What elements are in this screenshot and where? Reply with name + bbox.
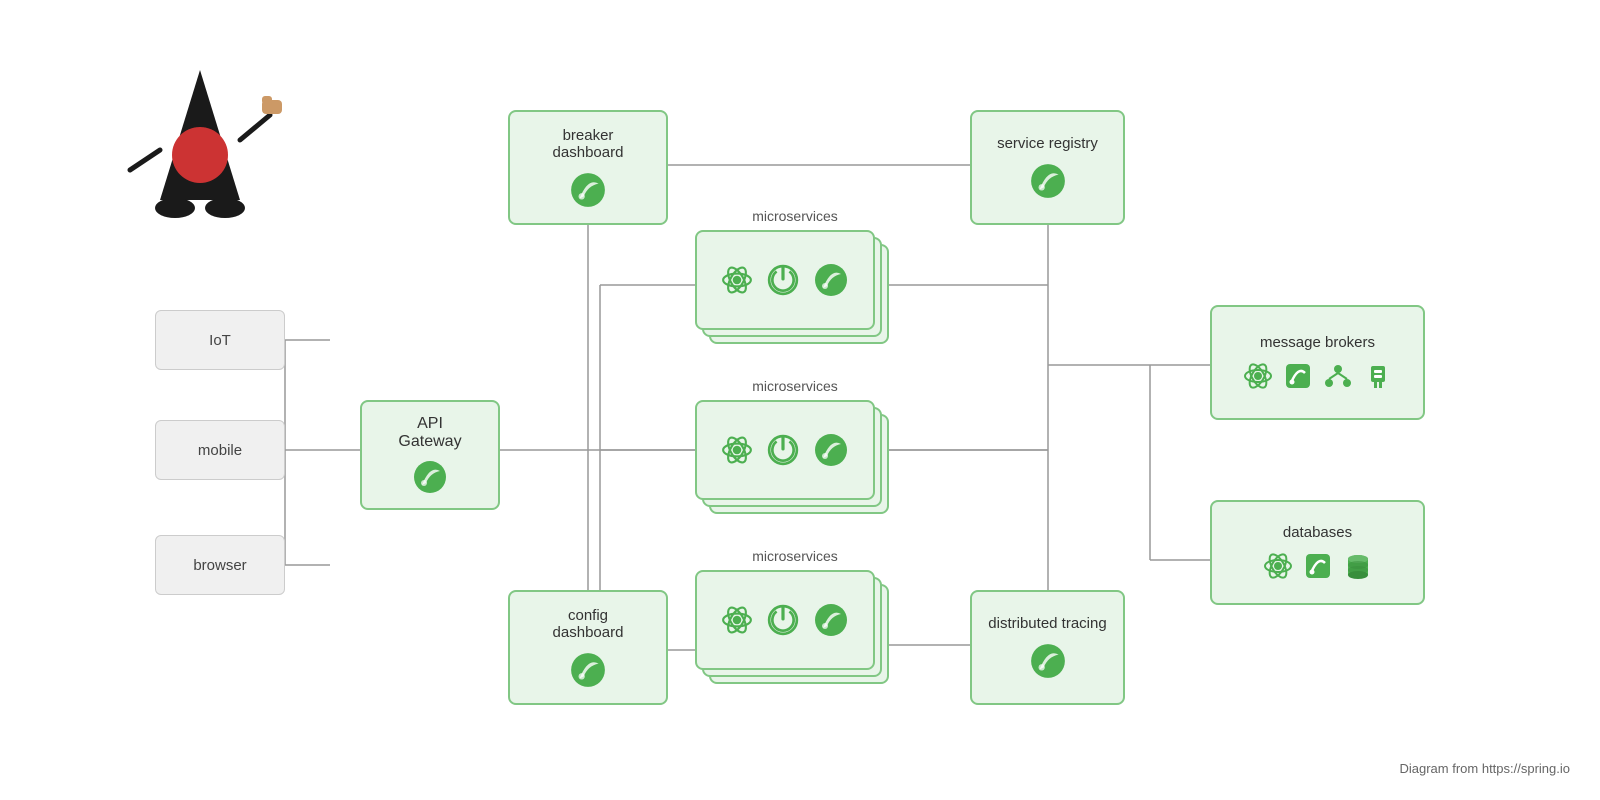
ms3-leaf-icon xyxy=(813,602,849,638)
service-registry-leaf-icon xyxy=(1029,162,1067,200)
rabbitmq-icon xyxy=(1363,361,1393,391)
distributed-tracing-leaf-icon xyxy=(1029,642,1067,680)
message-brokers-box: message brokers xyxy=(1210,305,1425,420)
databases-box: databases xyxy=(1210,500,1425,605)
ms3-power-icon xyxy=(767,604,799,636)
message-brokers-label: message brokers xyxy=(1260,334,1375,351)
breaker-dashboard-box: breakerdashboard xyxy=(508,110,668,225)
spring-leaf-icon xyxy=(412,459,448,495)
config-spring-leaf-icon xyxy=(569,651,607,689)
ms2-label: microservices xyxy=(705,378,885,394)
client-browser: browser xyxy=(155,535,285,595)
db-atom-icon xyxy=(1263,551,1293,581)
ms1-leaf-icon xyxy=(813,262,849,298)
databases-label: databases xyxy=(1283,524,1352,541)
client-mobile: mobile xyxy=(155,420,285,480)
message-brokers-icons xyxy=(1243,361,1393,391)
ms3-label: microservices xyxy=(705,548,885,564)
database-cylinder-icon xyxy=(1343,551,1373,581)
ms1-power-icon xyxy=(767,264,799,296)
atom-icon xyxy=(1243,361,1273,391)
client-browser-label: browser xyxy=(193,557,246,574)
spring-icon xyxy=(1283,361,1313,391)
db-spring-icon xyxy=(1303,551,1333,581)
service-registry-box: service registry xyxy=(970,110,1125,225)
kafka-icon xyxy=(1323,361,1353,391)
databases-icons xyxy=(1263,551,1373,581)
ms2-leaf-icon xyxy=(813,432,849,468)
ms1-atom-icon xyxy=(721,264,753,296)
ms3-atom-icon xyxy=(721,604,753,636)
mascot xyxy=(100,60,300,240)
distributed-tracing-label: distributed tracing xyxy=(988,615,1106,632)
breaker-spring-leaf-icon xyxy=(569,171,607,209)
client-iot-label: IoT xyxy=(209,332,231,349)
footer-text: Diagram from https://spring.io xyxy=(1399,761,1570,776)
ms1-label: microservices xyxy=(705,208,885,224)
client-mobile-label: mobile xyxy=(198,442,242,459)
ms2-atom-icon xyxy=(721,434,753,466)
service-registry-label: service registry xyxy=(997,135,1098,152)
api-gateway-label: APIGateway xyxy=(398,415,461,451)
footer-label: Diagram from https://spring.io xyxy=(1399,761,1570,776)
config-dashboard-box: configdashboard xyxy=(508,590,668,705)
diagram-container: IoT mobile browser APIGateway breakerdas… xyxy=(0,0,1600,800)
api-gateway-box: APIGateway xyxy=(360,400,500,510)
distributed-tracing-box: distributed tracing xyxy=(970,590,1125,705)
client-iot: IoT xyxy=(155,310,285,370)
breaker-dashboard-label: breakerdashboard xyxy=(553,127,624,161)
ms2-power-icon xyxy=(767,434,799,466)
config-dashboard-label: configdashboard xyxy=(553,607,624,641)
